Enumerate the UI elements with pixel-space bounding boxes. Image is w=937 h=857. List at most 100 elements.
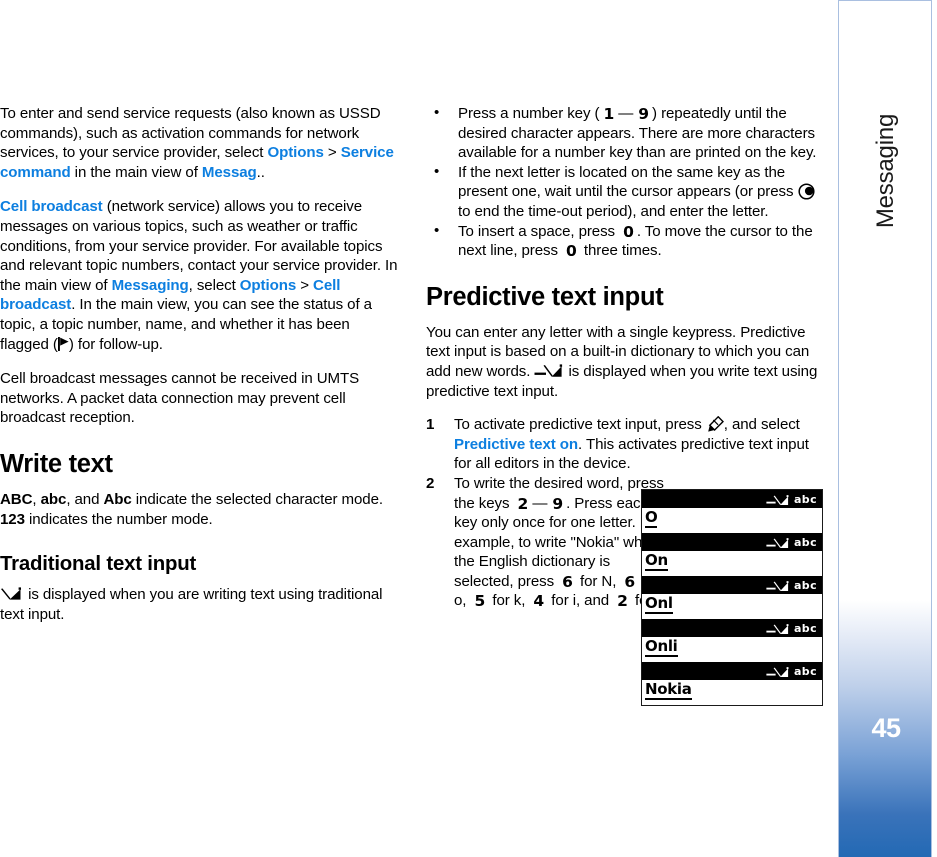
modes-comma-2: , and <box>66 490 104 508</box>
predictive-indicator-icon <box>766 580 790 591</box>
screen-text-line: O <box>642 508 822 533</box>
key-range-dash: — <box>618 105 634 122</box>
predictive-indicator-icon <box>766 537 790 548</box>
key-1-glyph: 1 <box>603 105 615 123</box>
key-range-dash-2: — <box>532 494 548 512</box>
key-2-glyph-a: 2 <box>517 494 529 513</box>
step-1-number: 1 <box>426 416 435 434</box>
heading-traditional-text-input: Traditional text input <box>0 553 197 576</box>
screen-row: abc Onli <box>642 619 822 662</box>
screen-typed-text: Onli <box>645 637 678 657</box>
key-9-glyph-b: 9 <box>552 494 564 513</box>
traditional-text: is displayed when you are writing text u… <box>0 586 383 623</box>
screen-typed-text: Onl <box>645 594 673 614</box>
key-5-glyph: 5 <box>474 592 486 611</box>
cb-text-2: , select <box>188 276 240 294</box>
step-item: 2 To write the desired word, press the ke… <box>426 474 669 611</box>
screen-typed-text: On <box>645 551 668 571</box>
cb-sep: > <box>296 276 314 294</box>
bullet3-text-1: To insert a space, press <box>458 222 620 240</box>
bullet-item: Press a number key (1—9) repeatedly unti… <box>426 103 824 163</box>
paragraph-predictive-intro: You can enter any letter with a single k… <box>426 323 824 401</box>
paragraph-traditional: is displayed when you are writing text u… <box>0 585 400 624</box>
paragraph-ussd: To enter and send service requests (also… <box>0 104 400 182</box>
predictive-text-input-icon <box>534 363 564 378</box>
mode-abc-upper: ABC <box>0 490 33 508</box>
link-predictive-text-on[interactable]: Predictive text on <box>454 436 578 453</box>
key-4-glyph: 4 <box>533 592 545 611</box>
bullet3-text-3: three times. <box>579 242 662 260</box>
key-0-glyph-a: 0 <box>623 222 634 241</box>
heading-predictive-text-input: Predictive text input <box>426 282 664 311</box>
bullet-item: To insert a space, press 0. To move the … <box>426 221 824 261</box>
predictive-indicator-icon <box>766 494 790 505</box>
link-cell-broadcast[interactable]: Cell broadcast <box>0 198 103 215</box>
screen-status-bar: abc <box>642 662 822 680</box>
screen-mode-label: abc <box>793 578 817 592</box>
screen-status-bar: abc <box>642 533 822 551</box>
key-6-glyph-a: 6 <box>562 572 573 591</box>
paragraph-umts: Cell broadcast messages cannot be receiv… <box>0 370 360 427</box>
modes-text-1: indicate the selected character mode. <box>131 490 383 508</box>
ussd-text-2: in the main view of <box>70 163 202 181</box>
link-messaging[interactable]: Messaging <box>112 277 189 294</box>
pencil-key-icon <box>706 415 724 432</box>
key-9-glyph: 9 <box>638 105 650 123</box>
paragraph-cell-broadcast: Cell broadcast (network service) allows … <box>0 197 400 354</box>
key-0-glyph-b: 0 <box>566 242 577 261</box>
left-text-column: To enter and send service requests (also… <box>0 104 400 639</box>
manual-page: To enter and send service requests (also… <box>0 0 937 857</box>
step2-text-5: for k, <box>488 592 530 610</box>
chapter-tab-sidebar: Messaging 45 <box>838 0 932 857</box>
chapter-title-vertical: Messaging <box>839 1 931 341</box>
screen-row: abc On <box>642 533 822 576</box>
bullet2-text-2: to end the time-out period), and enter t… <box>458 202 769 220</box>
bullet-item: If the next letter is located on the sam… <box>426 162 824 222</box>
predictive-indicator-icon <box>766 666 790 677</box>
screen-typed-text: Nokia <box>645 680 692 700</box>
step2-text-3: for N, <box>575 572 621 590</box>
flag-icon <box>57 336 69 351</box>
screen-status-bar: abc <box>642 619 822 637</box>
key-2-glyph-b: 2 <box>617 592 628 611</box>
bullet1-text-1: Press a number key ( <box>458 105 600 122</box>
scroll-key-icon <box>797 183 815 200</box>
screen-row: abc Onl <box>642 576 822 619</box>
step1-text-1: To activate predictive text input, press <box>454 416 706 434</box>
mode-abc-mixed: Abc <box>103 490 132 508</box>
step2-text-6: for i, and <box>547 592 614 610</box>
mode-123: 123 <box>0 510 25 528</box>
chapter-title-text: Messaging <box>872 113 900 229</box>
traditional-input-bullet-list: Press a number key (1—9) repeatedly unti… <box>426 103 824 261</box>
cb-text-4: ) for follow-up. <box>68 335 163 353</box>
screen-mode-label: abc <box>793 492 817 506</box>
screen-text-line: Onli <box>642 637 822 662</box>
screen-row: abc O <box>642 490 822 533</box>
modes-comma-1: , <box>32 490 41 508</box>
link-messag[interactable]: Messag <box>202 164 257 181</box>
step1-text-2: , and select <box>723 416 800 434</box>
screen-mode-label: abc <box>793 621 817 635</box>
paragraph-char-modes: ABC, abc, and Abc indicate the selected … <box>0 490 400 529</box>
ussd-text-3: .. <box>256 163 265 181</box>
step-2-number: 2 <box>426 474 435 492</box>
screen-text-line: On <box>642 551 822 576</box>
link-options[interactable]: Options <box>268 144 324 161</box>
bullet2-text-1: If the next letter is located on the sam… <box>458 163 798 201</box>
screen-text-line: Nokia <box>642 680 822 705</box>
screen-mode-label: abc <box>793 535 817 549</box>
phone-screen-illustration: abc O abc On abc Onl abc Onli abc Nokia <box>641 489 823 706</box>
screen-status-bar: abc <box>642 576 822 594</box>
modes-text-2: indicates the number mode. <box>24 510 213 528</box>
ussd-sep: > <box>323 144 341 162</box>
step-item: 1 To activate predictive text input, pres… <box>426 415 824 474</box>
page-number: 45 <box>871 713 901 743</box>
heading-write-text: Write text <box>0 449 113 478</box>
screen-text-line: Onl <box>642 594 822 619</box>
key-6-glyph-b: 6 <box>624 572 636 591</box>
screen-typed-text: O <box>645 508 658 528</box>
screen-status-bar: abc <box>642 490 822 508</box>
traditional-text-input-icon <box>0 586 24 602</box>
screen-row: abc Nokia <box>642 662 822 705</box>
link-options-2[interactable]: Options <box>240 277 296 294</box>
